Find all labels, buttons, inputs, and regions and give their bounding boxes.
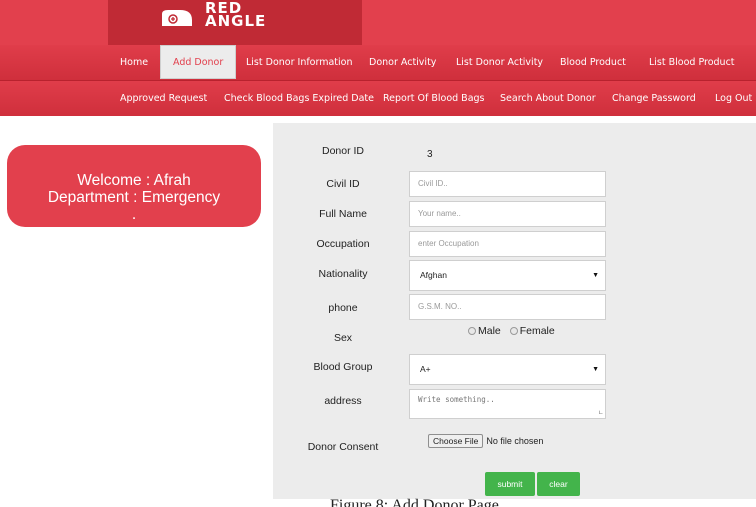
welcome-dot: . <box>131 206 137 223</box>
nationality-selected: Afghan <box>420 270 447 280</box>
nav-approved-request[interactable]: Approved Request <box>120 81 207 117</box>
phone-input[interactable]: G.S.M. NO.. <box>409 294 606 320</box>
blood-drop-logo-icon <box>162 10 192 26</box>
secondary-nav: Approved Request Check Blood Bags Expire… <box>0 81 756 116</box>
donor-id-label: Donor ID <box>321 145 364 157</box>
no-file-text: No file chosen <box>486 436 544 446</box>
nav-list-blood-product[interactable]: List Blood Product <box>649 45 735 81</box>
logo-text: RED ANGLE <box>205 1 267 30</box>
add-donor-form: Donor ID 3 Civil ID Civil ID.. Full Name… <box>273 123 756 499</box>
nav-donor-activity[interactable]: Donor Activity <box>369 45 436 81</box>
blood-group-label: Blood Group <box>313 361 373 373</box>
nav-search-donor[interactable]: Search About Donor <box>500 81 596 117</box>
occupation-label: Occupation <box>316 238 370 250</box>
nav-log-out[interactable]: Log Out <box>715 81 752 117</box>
civil-id-input[interactable]: Civil ID.. <box>409 171 606 197</box>
civil-id-label: Civil ID <box>326 178 360 190</box>
male-label: Male <box>478 325 501 337</box>
nav-list-donor-activity[interactable]: List Donor Activity <box>456 45 543 81</box>
submit-button[interactable]: submit <box>485 472 535 496</box>
male-radio[interactable] <box>468 327 476 335</box>
blood-group-selected: A+ <box>420 364 431 374</box>
address-label: address <box>324 395 362 407</box>
clear-button[interactable]: clear <box>537 472 580 496</box>
page: RED ANGLE Home Add Donor List Donor Info… <box>0 0 756 507</box>
resize-grip-icon[interactable]: ∟ <box>599 409 603 417</box>
donor-id-value: 3 <box>427 149 433 160</box>
welcome-panel: Welcome : Afrah Department : Emergency . <box>7 145 261 227</box>
full-name-input[interactable]: Your name.. <box>409 201 606 227</box>
blood-group-select[interactable]: A+ ▼ <box>409 354 606 385</box>
header-bar: RED ANGLE <box>0 0 756 45</box>
nav-change-password[interactable]: Change Password <box>612 81 696 117</box>
choose-file-button[interactable]: Choose File <box>428 434 484 448</box>
figure-caption: Figure 8: Add Donor Page <box>330 497 499 507</box>
nav-blood-product[interactable]: Blood Product <box>560 45 626 81</box>
donor-consent-label: Donor Consent <box>307 441 379 453</box>
welcome-department: Department : Emergency <box>47 189 221 206</box>
chevron-down-icon: ▼ <box>592 272 599 279</box>
female-label: Female <box>519 325 555 337</box>
nationality-select[interactable]: Afghan ▼ <box>409 260 606 291</box>
female-radio[interactable] <box>509 327 518 335</box>
logo-line-2: ANGLE <box>205 12 267 30</box>
nav-check-expired-bags[interactable]: Check Blood Bags Expired Date <box>224 81 374 117</box>
sex-radio-group: Male Female <box>468 325 555 337</box>
occupation-input[interactable]: enter Occupation <box>409 231 606 257</box>
logo[interactable]: RED ANGLE <box>108 0 362 45</box>
address-placeholder: Write something.. <box>418 395 495 404</box>
nav-report-blood-bags[interactable]: Report Of Blood Bags <box>383 81 485 117</box>
nav-home[interactable]: Home <box>120 45 148 81</box>
sex-label: Sex <box>333 332 353 344</box>
address-textarea[interactable]: Write something.. ∟ <box>409 389 606 419</box>
phone-label: phone <box>328 302 358 314</box>
nationality-label: Nationality <box>318 268 368 280</box>
chevron-down-icon: ▼ <box>592 366 599 373</box>
donor-consent-file-input: Choose File No file chosen <box>428 434 543 448</box>
full-name-label: Full Name <box>319 208 367 220</box>
nav-add-donor[interactable]: Add Donor <box>160 45 237 79</box>
welcome-user: Welcome : Afrah <box>77 172 191 189</box>
primary-nav: Home Add Donor List Donor Information Do… <box>0 45 756 81</box>
nav-list-donor-information[interactable]: List Donor Information <box>246 45 353 81</box>
